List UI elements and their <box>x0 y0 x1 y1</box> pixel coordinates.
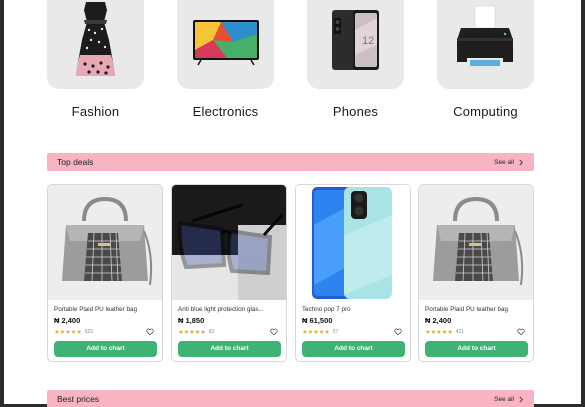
handbag-image[interactable] <box>419 185 533 300</box>
product-card[interactable]: Portable Plaid PU leather bag ₦ 2,400 ★★… <box>47 184 163 362</box>
see-all-link[interactable]: See all <box>494 396 524 403</box>
product-name: Portable Plaid PU leather bag <box>425 306 508 313</box>
star-rating: ★★★★★ <box>54 329 82 336</box>
window-frame-right <box>581 0 585 407</box>
printer-icon <box>457 5 513 68</box>
category-tile[interactable] <box>177 0 274 89</box>
phone-image[interactable] <box>296 185 410 300</box>
product-price: ₦ 61,500 <box>302 316 333 325</box>
product-price: ₦ 1,850 <box>178 316 205 325</box>
dress-icon <box>76 2 115 76</box>
star-rating: ★★★★★ <box>425 329 453 336</box>
see-all-label: See all <box>494 158 514 166</box>
handbag-image[interactable] <box>48 185 162 300</box>
product-rating: ★★★★★ 63 <box>178 328 214 336</box>
category-computing[interactable]: Computing <box>437 0 534 119</box>
add-to-cart-button[interactable]: Add to chart <box>425 341 528 357</box>
review-count: 523 <box>84 329 93 335</box>
chevron-right-icon <box>519 396 523 402</box>
glasses-image[interactable] <box>172 185 286 300</box>
category-electronics[interactable]: Electronics <box>177 0 274 119</box>
category-label: Phones <box>332 104 379 119</box>
review-count: 421 <box>455 329 464 335</box>
heart-icon[interactable] <box>270 328 278 336</box>
section-title: Top deals <box>57 157 94 167</box>
top-deals-header: Top deals See all <box>47 153 534 171</box>
category-label: Fashion <box>71 104 120 119</box>
product-card[interactable]: Techno pop 7 pro ₦ 61,500 ★★★★★ 57 Add t… <box>295 184 411 362</box>
add-to-cart-button[interactable]: Add to chart <box>54 341 157 357</box>
category-label: Electronics <box>192 104 259 119</box>
product-price: ₦ 2,400 <box>425 316 452 325</box>
window-frame-left <box>0 0 4 407</box>
category-row: Fashion Electronics 12 Phones Computing <box>47 0 534 125</box>
category-fashion[interactable]: Fashion <box>47 0 144 119</box>
star-rating: ★★★★★ <box>302 329 330 336</box>
product-price: ₦ 2,400 <box>54 316 81 325</box>
best-prices-header: Best prices See all <box>47 390 534 407</box>
product-rating: ★★★★★ 421 <box>425 328 464 336</box>
product-name: Techno pop 7 pro <box>302 306 351 313</box>
category-tile[interactable] <box>47 0 144 89</box>
product-card[interactable]: Portable Plaid PU leather bag ₦ 2,400 ★★… <box>418 184 534 362</box>
product-name: Anti blue light protection glas... <box>178 306 264 313</box>
add-to-cart-button[interactable]: Add to chart <box>178 341 281 357</box>
category-tile[interactable]: 12 <box>307 0 404 89</box>
chevron-right-icon <box>519 159 523 165</box>
product-card[interactable]: Anti blue light protection glas... ₦ 1,8… <box>171 184 287 362</box>
star-rating: ★★★★★ <box>178 329 206 336</box>
heart-icon[interactable] <box>517 328 525 336</box>
see-all-link[interactable]: See all <box>494 159 524 166</box>
smartphone-icon: 12 <box>332 10 379 70</box>
svg-text:12: 12 <box>362 35 374 47</box>
review-count: 57 <box>332 329 339 335</box>
category-phones[interactable]: 12 Phones <box>307 0 404 119</box>
review-count: 63 <box>208 329 215 335</box>
heart-icon[interactable] <box>146 328 154 336</box>
category-label: Computing <box>453 104 518 119</box>
heart-icon[interactable] <box>394 328 402 336</box>
product-rating: ★★★★★ 523 <box>54 328 93 336</box>
section-title: Best prices <box>57 394 100 404</box>
product-name: Portable Plaid PU leather bag <box>54 306 137 313</box>
category-tile[interactable] <box>437 0 534 89</box>
tv-icon <box>193 20 259 66</box>
product-rating: ★★★★★ 57 <box>302 328 338 336</box>
see-all-label: See all <box>494 395 514 403</box>
add-to-cart-button[interactable]: Add to chart <box>302 341 405 357</box>
